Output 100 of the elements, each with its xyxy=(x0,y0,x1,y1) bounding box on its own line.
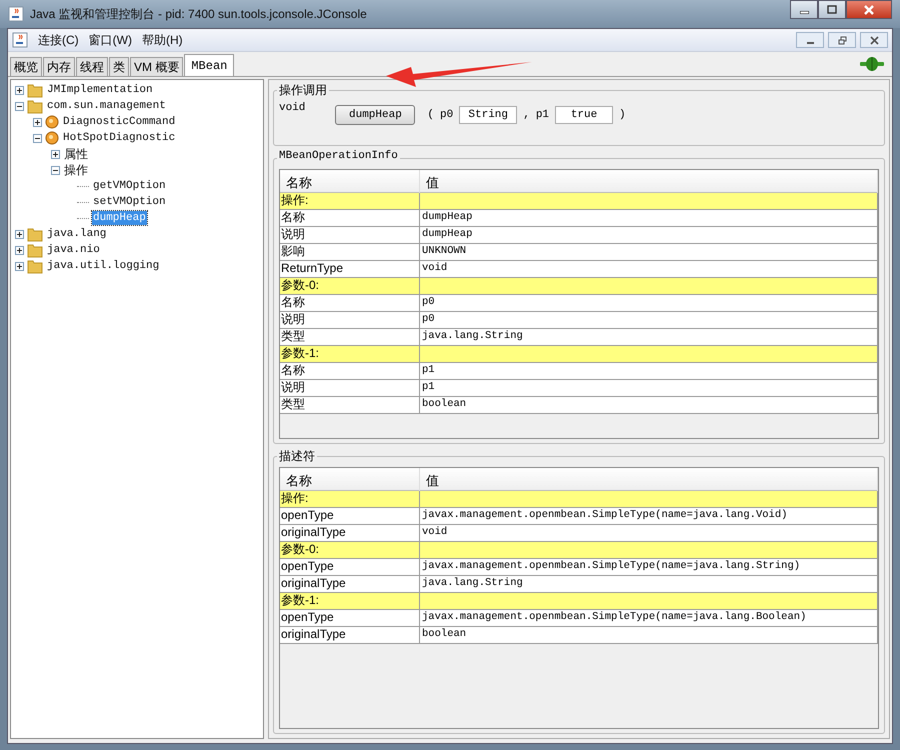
tree-item[interactable]: JMImplementation xyxy=(46,83,154,97)
separator: , xyxy=(523,109,530,121)
close-icon xyxy=(863,4,875,14)
tree-item[interactable]: com.sun.management xyxy=(46,99,167,113)
close-button[interactable] xyxy=(846,0,892,19)
expand-toggle-icon[interactable] xyxy=(15,86,24,94)
menu-item[interactable]: 窗口(W) xyxy=(88,32,132,48)
expand-toggle-icon[interactable] xyxy=(15,230,24,238)
window-title: Java 监视和管理控制台 - pid: 7400 sun.tools.jconsole.JConsole xyxy=(30,6,367,22)
table-cell: openType xyxy=(280,559,420,575)
coffee-cup-icon xyxy=(12,32,28,48)
table-cell: dumpHeap xyxy=(420,210,878,226)
paren: ) xyxy=(619,109,626,121)
table-cell: javax.management.openmbean.SimpleType(name=java.lang.String) xyxy=(420,559,878,575)
tab[interactable]: 线程 xyxy=(76,57,108,76)
expand-toggle-icon[interactable] xyxy=(15,102,24,110)
table-cell: p0 xyxy=(420,312,878,328)
table-cell: 名称 xyxy=(280,295,420,311)
table-cell: 说明 xyxy=(280,380,420,396)
expand-toggle-icon[interactable] xyxy=(33,118,42,126)
section-cell: 参数-1: xyxy=(280,593,420,609)
section-cell: 参数-1: xyxy=(280,346,420,362)
restore-icon xyxy=(838,36,846,44)
folder-icon xyxy=(27,258,43,274)
minimize-icon xyxy=(806,42,814,44)
table-cell: boolean xyxy=(420,627,878,643)
table-cell: 说明 xyxy=(280,312,420,328)
param-name: p1 xyxy=(536,109,550,121)
table-cell: UNKNOWN xyxy=(420,244,878,260)
folder-icon xyxy=(27,242,43,258)
tree-item[interactable]: java.nio xyxy=(46,243,101,257)
table-cell: p1 xyxy=(420,380,878,396)
bean-icon xyxy=(45,131,59,145)
tree-item[interactable]: java.lang xyxy=(46,227,108,241)
expand-toggle-icon[interactable] xyxy=(15,246,24,254)
table-cell: ReturnType xyxy=(280,261,420,277)
folder-icon xyxy=(27,82,43,98)
param-field[interactable]: true xyxy=(555,106,614,124)
restore-button[interactable] xyxy=(828,32,856,48)
tree-item[interactable]: HotSpotDiagnostic xyxy=(62,131,176,145)
minimize-button[interactable] xyxy=(790,0,818,19)
tree-item[interactable]: setVMOption xyxy=(92,195,167,209)
menu-item[interactable]: 连接(C) xyxy=(38,32,79,48)
section-cell: 参数-0: xyxy=(280,278,420,294)
tab[interactable]: MBean xyxy=(184,54,234,76)
table-cell: dumpHeap xyxy=(420,227,878,243)
param-field[interactable]: String xyxy=(459,106,518,124)
maximize-button[interactable] xyxy=(818,0,846,19)
maximize-icon xyxy=(827,4,837,14)
return-type: void xyxy=(279,102,306,114)
section-cell: 参数-0: xyxy=(280,542,420,558)
close-icon xyxy=(870,36,878,44)
connection-plug-icon xyxy=(860,57,884,71)
section-cell: 操作: xyxy=(280,193,420,209)
table-cell: originalType xyxy=(280,525,420,541)
section-cell: 操作: xyxy=(280,491,420,507)
minimize-button[interactable] xyxy=(796,32,824,48)
table-cell: openType xyxy=(280,508,420,524)
expand-toggle-icon[interactable] xyxy=(33,134,42,142)
expand-toggle-icon[interactable] xyxy=(15,262,24,270)
paren: ( xyxy=(427,109,434,121)
table-cell: originalType xyxy=(280,576,420,592)
table-cell: javax.management.openmbean.SimpleType(name=java.lang.Boolean) xyxy=(420,610,878,626)
expand-toggle-icon[interactable] xyxy=(51,150,60,158)
invoke-button[interactable]: dumpHeap xyxy=(335,105,416,125)
table-cell: p1 xyxy=(420,363,878,379)
tree-item[interactable]: 操作 xyxy=(63,162,89,178)
close-button[interactable] xyxy=(860,32,888,48)
tab[interactable]: VM 概要 xyxy=(130,57,184,76)
group-title: 操作调用 xyxy=(277,82,329,99)
param-name: p0 xyxy=(440,109,454,121)
table-cell: originalType xyxy=(280,627,420,643)
menu-item[interactable]: 帮助(H) xyxy=(142,32,183,48)
expand-toggle-icon[interactable] xyxy=(51,166,60,174)
bean-icon xyxy=(45,115,59,129)
table-cell: 类型 xyxy=(280,397,420,413)
table-cell: javax.management.openmbean.SimpleType(name=java.lang.Void) xyxy=(420,508,878,524)
group-title: MBeanOperationInfo xyxy=(277,150,400,162)
tree-item[interactable]: 属性 xyxy=(63,146,89,162)
folder-icon xyxy=(27,226,43,242)
tree-item[interactable]: java.util.logging xyxy=(46,259,160,273)
tree-item[interactable]: DiagnosticCommand xyxy=(62,115,176,129)
tree-item[interactable]: getVMOption xyxy=(92,179,167,193)
table-cell: boolean xyxy=(420,397,878,413)
table-cell: 名称 xyxy=(280,210,420,226)
coffee-cup-icon xyxy=(8,6,24,22)
table-cell: java.lang.String xyxy=(420,329,878,345)
tab[interactable]: 类 xyxy=(109,57,129,76)
table-cell: p0 xyxy=(420,295,878,311)
table-cell: 影响 xyxy=(280,244,420,260)
table-cell: 类型 xyxy=(280,329,420,345)
minimize-icon xyxy=(800,10,808,14)
group-title: 描述符 xyxy=(277,448,317,465)
folder-icon xyxy=(27,98,43,114)
tab[interactable]: 概览 xyxy=(10,57,42,76)
table-cell: void xyxy=(420,261,878,277)
table-cell: openType xyxy=(280,610,420,626)
table-cell: 名称 xyxy=(280,363,420,379)
table-cell: void xyxy=(420,525,878,541)
tab[interactable]: 内存 xyxy=(43,57,75,76)
